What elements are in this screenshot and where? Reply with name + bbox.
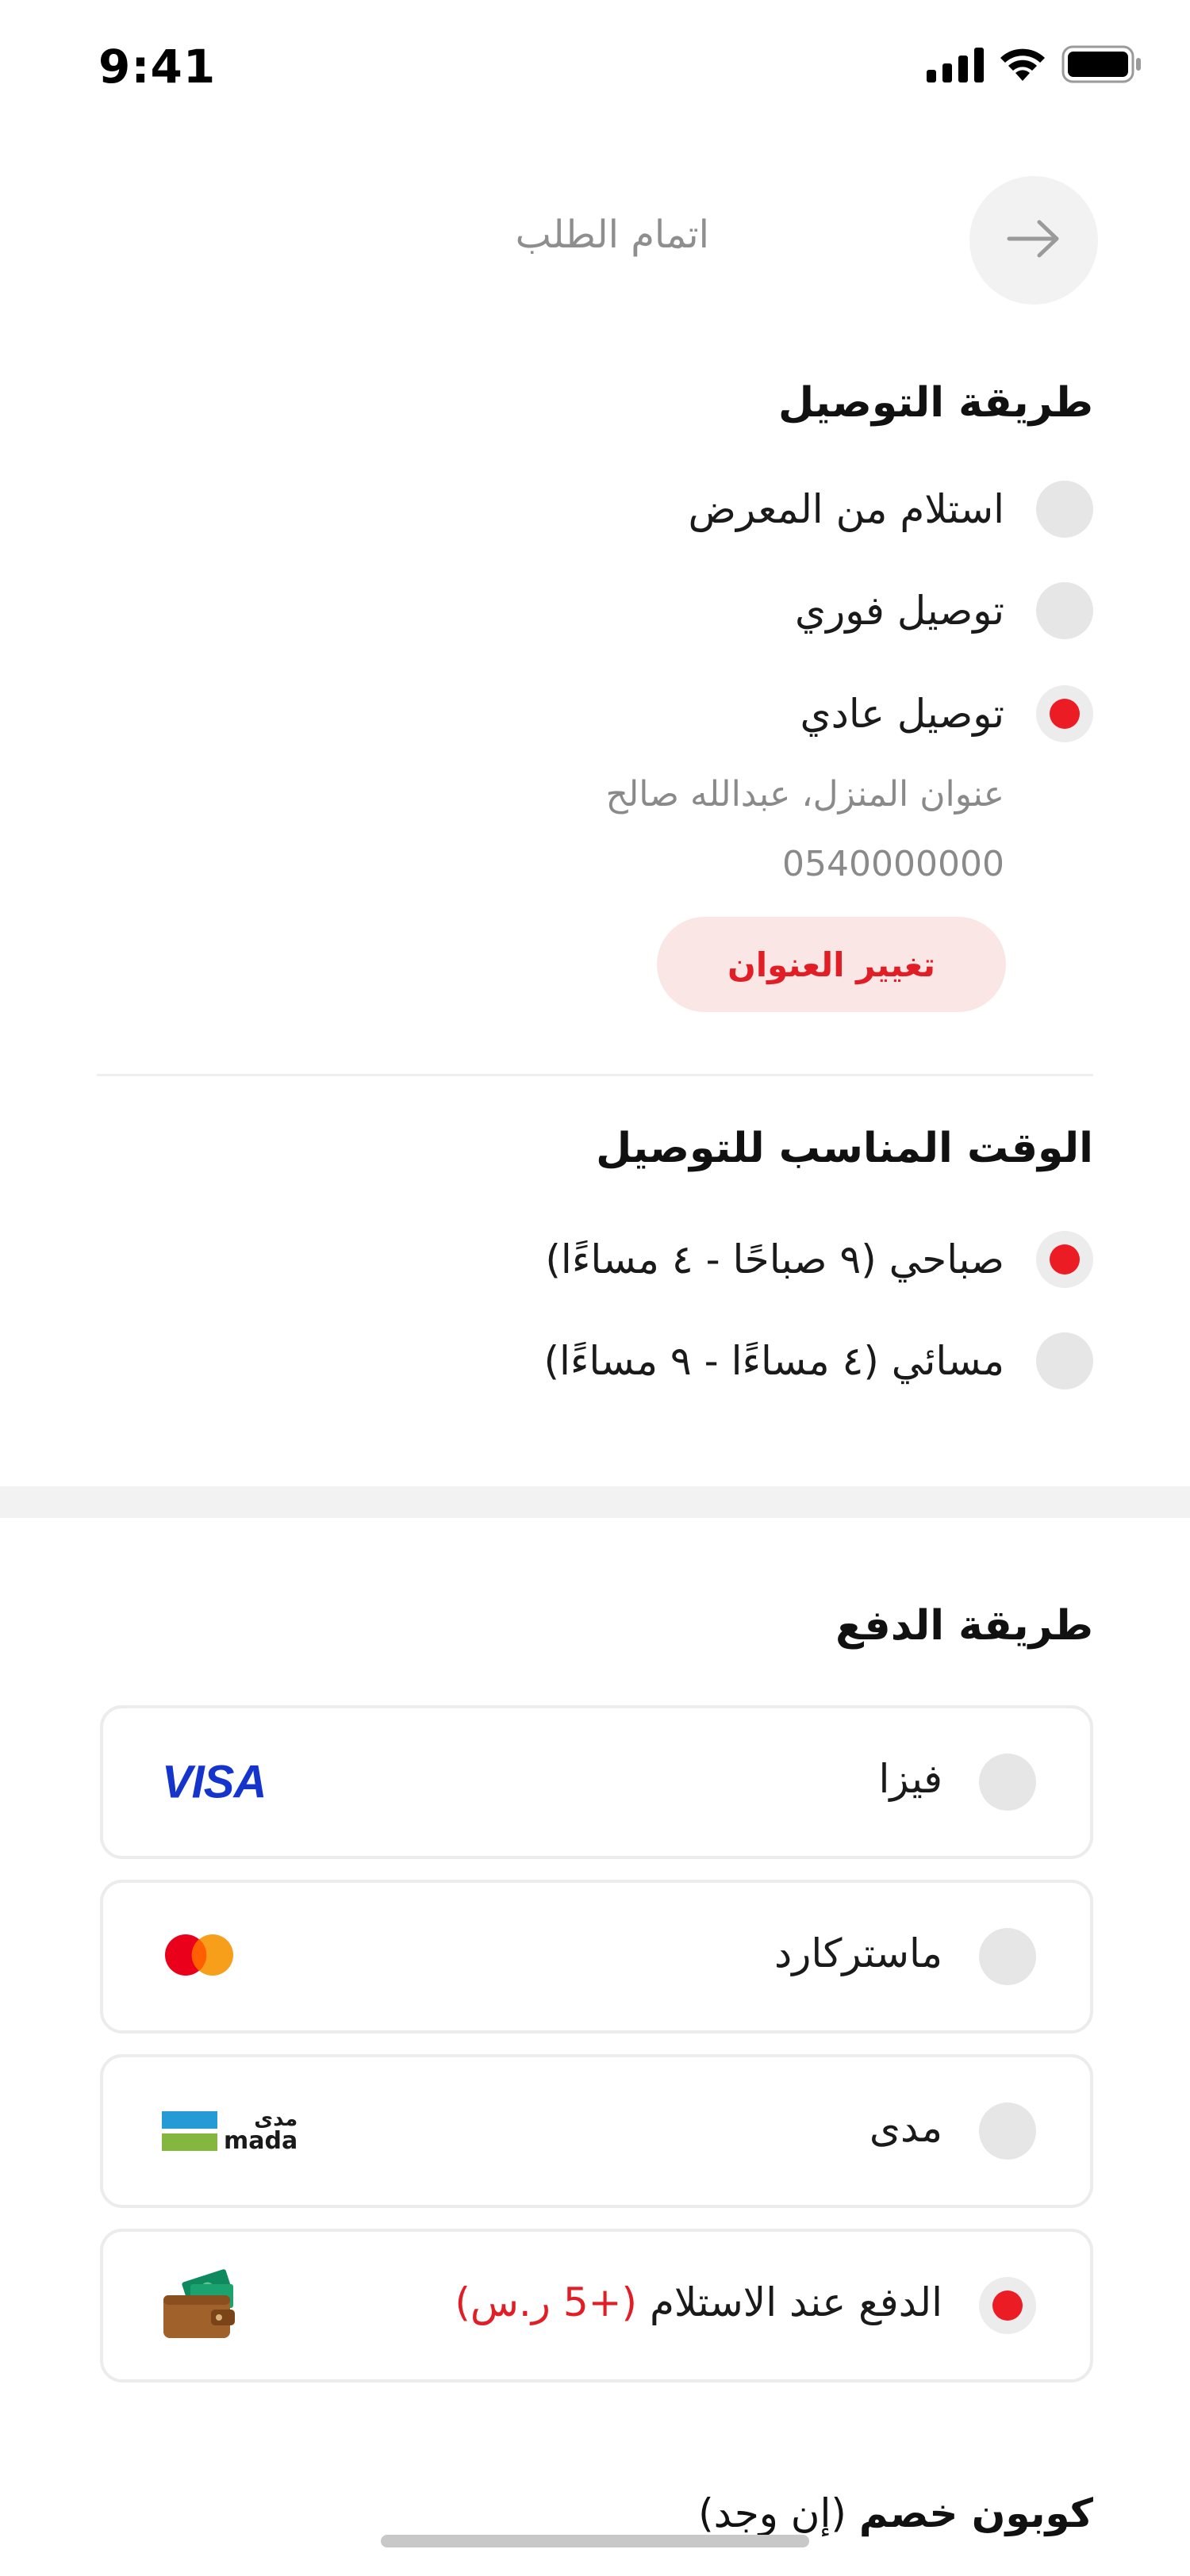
payment-option-mastercard[interactable]: ماستركارد — [100, 1880, 1093, 2034]
radio-button[interactable] — [1036, 1332, 1093, 1390]
delivery-option-label: توصيل عادي — [800, 691, 1004, 737]
delivery-time-option-morning[interactable]: صباحي (٩ صباحًا - ٤ مساءًا) — [397, 1228, 1093, 1291]
delivery-option-standard[interactable]: توصيل عادي — [397, 682, 1093, 746]
radio-button[interactable] — [1036, 1231, 1093, 1288]
mada-stripes — [162, 2111, 217, 2151]
payment-extra-fee: (+5 ر.س) — [455, 2279, 638, 2325]
payment-option-mada[interactable]: مدى مدى mada — [100, 2054, 1093, 2208]
radio-button[interactable] — [1036, 582, 1093, 639]
delivery-time-label: مسائي (٤ مساءًا - ٩ مساءًا) — [543, 1338, 1004, 1384]
delivery-option-label: استلام من المعرض — [688, 486, 1005, 532]
radio-selected-dot — [1050, 699, 1080, 729]
mada-logo-text-en: mada — [224, 2127, 298, 2155]
page-title: اتمام الطلب — [515, 213, 709, 257]
change-address-button[interactable]: تغيير العنوان — [657, 917, 1006, 1012]
mada-wordmark: مدى mada — [224, 2109, 298, 2153]
delivery-option-instant[interactable]: توصيل فوري — [397, 579, 1093, 642]
back-button[interactable] — [969, 176, 1098, 305]
status-time: 9:41 — [98, 40, 217, 94]
payment-option-label-text: الدفع عند الاستلام — [649, 2279, 942, 2325]
delivery-method-title: طريقة التوصيل — [778, 379, 1093, 427]
radio-button[interactable] — [979, 2277, 1036, 2334]
status-icons — [927, 45, 1142, 86]
radio-selected-dot — [992, 2290, 1023, 2321]
radio-button[interactable] — [1036, 481, 1093, 538]
visa-logo-text: VISA — [162, 1756, 267, 1808]
cellular-signal-icon — [927, 46, 984, 86]
wifi-icon — [998, 46, 1047, 86]
battery-icon — [1061, 45, 1142, 86]
section-divider — [97, 1074, 1093, 1076]
delivery-time-option-evening[interactable]: مسائي (٤ مساءًا - ٩ مساءًا) — [397, 1329, 1093, 1393]
section-separator — [0, 1486, 1190, 1518]
radio-button[interactable] — [1036, 685, 1093, 742]
coupon-title: كوبون خصم (إن وجد) — [698, 2490, 1093, 2536]
delivery-time-title: الوقت المناسب للتوصيل — [596, 1125, 1093, 1172]
mastercard-logo — [162, 1931, 238, 1982]
delivery-time-label: صباحي (٩ صباحًا - ٤ مساءًا) — [545, 1236, 1004, 1282]
coupon-title-bold: كوبون خصم — [858, 2490, 1093, 2536]
payment-option-label: مدى — [869, 2105, 942, 2151]
home-indicator[interactable] — [381, 2535, 809, 2547]
payment-option-label: الدفع عند الاستلام (+5 ر.س) — [455, 2279, 942, 2325]
payment-option-label: فيزا — [878, 1756, 942, 1802]
radio-selected-dot — [1050, 1244, 1080, 1275]
wallet-icon — [162, 2268, 238, 2343]
payment-option-label: ماستركارد — [774, 1930, 942, 1976]
mada-logo: مدى mada — [162, 2109, 298, 2153]
visa-logo: VISA — [162, 1756, 267, 1809]
radio-button[interactable] — [979, 1928, 1036, 1985]
radio-button[interactable] — [979, 1754, 1036, 1811]
payment-method-title: طريقة الدفع — [835, 1602, 1093, 1650]
arrow-right-icon — [1006, 219, 1061, 262]
delivery-option-showroom-pickup[interactable]: استلام من المعرض — [397, 477, 1093, 541]
radio-button[interactable] — [979, 2103, 1036, 2160]
delivery-address: عنوان المنزل، عبدالله صالح — [605, 774, 1004, 815]
payment-option-visa[interactable]: فيزا VISA — [100, 1705, 1093, 1859]
delivery-phone: 0540000000 — [782, 844, 1004, 884]
payment-option-cash-on-delivery[interactable]: الدفع عند الاستلام (+5 ر.س) — [100, 2229, 1093, 2382]
delivery-option-label: توصيل فوري — [794, 588, 1004, 634]
coupon-title-note: (إن وجد) — [698, 2490, 846, 2536]
